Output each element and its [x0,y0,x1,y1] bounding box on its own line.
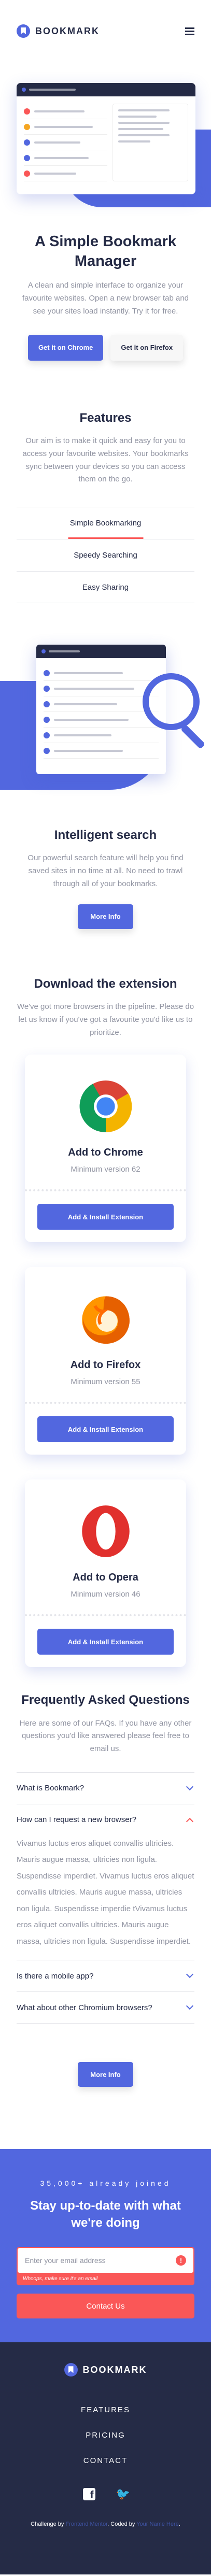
features-section: Features Our aim is to make it quick and… [0,410,211,929]
hamburger-icon[interactable] [185,27,194,35]
site-footer: BOOKMARK FEATURES PRICING CONTACT 🐦 Chal… [0,2342,211,2575]
card-version: Minimum version 62 [71,1165,140,1174]
contact-us-button[interactable]: Contact Us [17,2294,194,2319]
card-version: Minimum version 55 [71,1377,140,1387]
feature-panel-text: Our powerful search feature will help yo… [27,853,184,888]
email-error-message: Whoops, make sure it's an email [23,2276,98,2282]
install-opera-button[interactable]: Add & Install Extension [37,1629,174,1655]
footer-link-features[interactable]: FEATURES [17,2397,194,2423]
faq-question-toggle[interactable]: What is Bookmark? [17,1773,194,1804]
hero-title: A Simple Bookmark Manager [35,233,176,269]
browser-mockup [17,83,195,194]
download-title: Download the extension [34,976,177,991]
newsletter-title: Stay up-to-date with what we're doing [30,2199,181,2230]
email-placeholder: Enter your email address [25,2256,106,2265]
tab-speedy-searching[interactable]: Speedy Searching [17,539,194,571]
browser-card-opera: Add to Opera Minimum version 46 Add & In… [25,1479,186,1668]
author-link[interactable]: Your Name Here [136,2521,179,2527]
footer-link-contact[interactable]: CONTACT [17,2448,194,2473]
faq-question: Is there a mobile app? [17,1971,94,1981]
chevron-down-icon [186,2002,194,2010]
get-firefox-button[interactable]: Get it on Firefox [110,334,184,361]
features-tabs: Simple Bookmarking Speedy Searching Easy… [17,507,194,604]
brand-name: BOOKMARK [35,25,100,36]
magnifier-icon [143,673,200,731]
faq-question-toggle[interactable]: What about other Chromium browsers? [17,1992,194,2023]
faq-item: How can I request a new browser? Vivamus… [17,1803,194,1960]
site-header: BOOKMARK [0,0,211,62]
get-chrome-button[interactable]: Get it on Chrome [27,334,104,361]
bookmark-logo-icon [17,24,30,38]
opera-logo-icon [81,1505,130,1558]
email-field[interactable]: Enter your email address ! [18,2248,193,2273]
feature-more-info-button[interactable]: More Info [78,904,133,929]
hero-section: A Simple Bookmark Manager A clean and si… [0,73,211,361]
footer-logo[interactable]: BOOKMARK [17,2363,194,2377]
features-title: Features [79,410,132,425]
features-description: Our aim is to make it quick and easy for… [22,436,189,484]
browser-card-chrome: Add to Chrome Minimum version 62 Add & I… [25,1055,186,1243]
chevron-down-icon [186,1783,194,1791]
footer-nav: FEATURES PRICING CONTACT [17,2397,194,2473]
faq-description: Here are some of our FAQs. If you have a… [19,1718,192,1754]
card-title: Add to Firefox [70,1359,141,1371]
tab-simple-bookmarking[interactable]: Simple Bookmarking [17,507,194,539]
faq-list: What is Bookmark? How can I request a ne… [17,1772,194,2024]
faq-item: What is Bookmark? [17,1772,194,1804]
frontend-mentor-link[interactable]: Frontend Mentor [65,2521,107,2527]
joined-count: 35,000+ already joined [40,2179,171,2188]
install-firefox-button[interactable]: Add & Install Extension [37,1416,174,1443]
faq-item: What about other Chromium browsers? [17,1991,194,2024]
tab-easy-sharing[interactable]: Easy Sharing [17,571,194,604]
chevron-up-icon [186,1817,194,1826]
bookmark-logo-icon [64,2363,78,2377]
faq-question-toggle[interactable]: Is there a mobile app? [17,1960,194,1991]
email-field-wrapper: Enter your email address ! Whoops, make … [17,2247,194,2286]
attribution: Challenge by Frontend Mentor. Coded by Y… [31,2521,180,2528]
faq-more-info-button[interactable]: More Info [78,2062,133,2087]
feature-panel-title: Intelligent search [54,828,157,843]
faq-question-toggle[interactable]: How can I request a new browser? [17,1804,194,1835]
error-icon: ! [176,2255,186,2266]
brand-logo[interactable]: BOOKMARK [17,24,100,38]
card-title: Add to Opera [73,1572,138,1584]
hero-illustration [0,73,211,207]
hero-description: A clean and simple interface to organize… [22,281,189,316]
chevron-down-icon [186,1971,194,1979]
install-chrome-button[interactable]: Add & Install Extension [37,1204,174,1230]
twitter-icon[interactable]: 🐦 [116,2488,130,2500]
footer-link-pricing[interactable]: PRICING [17,2423,194,2448]
facebook-icon[interactable] [82,2488,95,2501]
browser-card-firefox: Add to Firefox Minimum version 55 Add & … [25,1267,186,1455]
card-title: Add to Chrome [68,1147,143,1159]
faq-answer: Vivamus luctus eros aliquet convallis ul… [17,1839,194,1946]
download-section: Download the extension We've got more br… [0,976,211,1668]
download-description: We've got more browsers in the pipeline.… [17,1002,194,1037]
faq-title: Frequently Asked Questions [21,1693,190,1707]
newsletter-section: 35,000+ already joined Stay up-to-date w… [0,2149,211,2343]
faq-section: Frequently Asked Questions Here are some… [0,1692,211,2087]
card-version: Minimum version 46 [71,1590,140,1599]
feature-illustration [0,634,211,790]
brand-name: BOOKMARK [82,2364,147,2375]
faq-question: What is Bookmark? [17,1784,85,1793]
faq-item: Is there a mobile app? [17,1960,194,1991]
faq-question: How can I request a new browser? [17,1815,136,1825]
chrome-logo-icon [79,1080,132,1133]
firefox-logo-icon [81,1296,130,1344]
faq-question: What about other Chromium browsers? [17,2003,152,2012]
